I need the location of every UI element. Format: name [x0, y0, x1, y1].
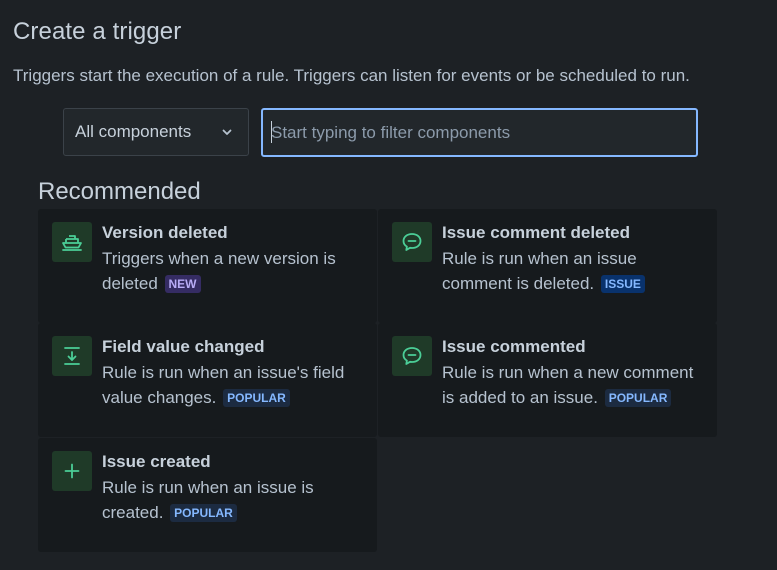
- page-title: Create a trigger: [13, 18, 182, 45]
- popular-badge: POPULAR: [170, 504, 237, 522]
- recommended-section-title: Recommended: [38, 178, 201, 205]
- issue-badge: ISSUE: [600, 275, 645, 293]
- trigger-card-description: Rule is run when an issue's field value …: [102, 363, 345, 407]
- component-search-input[interactable]: [261, 108, 698, 157]
- trigger-card-title: Issue comment deleted: [442, 223, 631, 242]
- trigger-card-title: Issue commented: [442, 337, 586, 356]
- trigger-card-description: Rule is run when an issue is created. PO…: [102, 478, 314, 522]
- chevron-down-icon: [220, 125, 234, 139]
- component-filter-select[interactable]: All components: [63, 108, 249, 156]
- component-filter-value: All components: [75, 122, 192, 141]
- text-caret: [271, 121, 272, 143]
- download-arrow-icon: [52, 336, 92, 376]
- trigger-card-issue-commented[interactable]: Issue commented Rule is run when a new c…: [378, 323, 717, 437]
- plus-icon: [52, 451, 92, 491]
- comment-icon: [392, 336, 432, 376]
- trigger-card-issue-comment-deleted[interactable]: Issue comment deleted Rule is run when a…: [378, 209, 717, 323]
- trigger-card-description: Rule is run when an issue comment is del…: [442, 246, 710, 296]
- ship-icon: [52, 222, 92, 262]
- trigger-card-description: Rule is run when a new comment is added …: [442, 363, 694, 407]
- trigger-card-issue-created[interactable]: Issue created Rule is run when an issue …: [38, 438, 377, 552]
- new-badge: NEW: [164, 275, 201, 293]
- trigger-card-title: Issue created: [102, 452, 211, 471]
- trigger-card-version-deleted[interactable]: Version deleted Triggers when a new vers…: [38, 209, 377, 323]
- page-description: Triggers start the execution of a rule. …: [13, 66, 690, 85]
- popular-badge: POPULAR: [223, 389, 290, 407]
- trigger-card-title: Field value changed: [102, 337, 265, 356]
- trigger-card-title: Version deleted: [102, 223, 228, 242]
- comment-icon: [392, 222, 432, 262]
- popular-badge: POPULAR: [604, 389, 672, 407]
- trigger-card-field-value-changed[interactable]: Field value changed Rule is run when an …: [38, 323, 377, 437]
- trigger-card-description: Triggers when a new version is deleted N…: [102, 249, 336, 293]
